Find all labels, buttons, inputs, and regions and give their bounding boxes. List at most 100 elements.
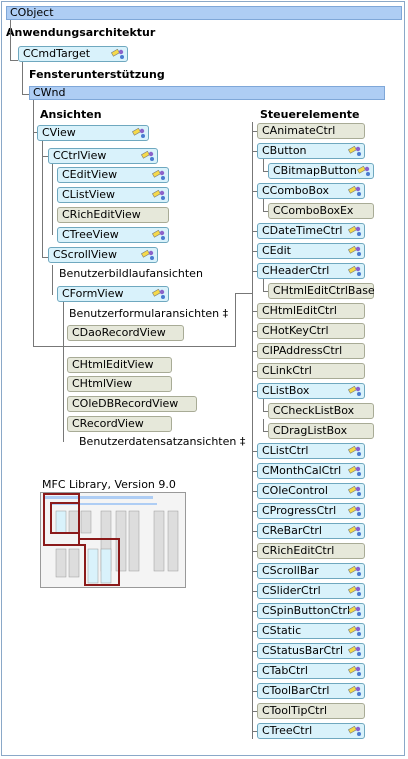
control-node-cbitmapbutton[interactable]: CBitmapButton [268, 163, 374, 179]
class-badge-icon [347, 485, 362, 497]
class-badge-icon [347, 645, 362, 657]
connector [252, 251, 257, 252]
control-node-label: CReBarCtrl [262, 524, 322, 537]
control-node-crebarctrl[interactable]: CReBarCtrl [257, 523, 365, 539]
control-node-colecontrol[interactable]: COleControl [257, 483, 365, 499]
control-node-label: CRichEditCtrl [262, 544, 335, 557]
control-node-ctreectrl[interactable]: CTreeCtrl [257, 723, 365, 739]
control-node-label: COleControl [262, 484, 328, 497]
class-badge-icon [347, 465, 362, 477]
control-node-ctooltipctrl[interactable]: CToolTipCtrl [257, 703, 365, 719]
class-badge-icon [347, 245, 362, 257]
control-node-label: CHtmlEditCtrl [262, 304, 337, 317]
control-node-cedit[interactable]: CEdit [257, 243, 365, 259]
app-arch-heading: Anwendungsarchitektur [6, 26, 156, 39]
connector [263, 199, 264, 212]
connector [63, 302, 64, 442]
ceditview-label: CEditView [62, 168, 118, 181]
class-badge-icon [347, 185, 362, 197]
control-node-label: CListBox [262, 384, 310, 397]
control-node-ccomboboxex[interactable]: CComboBoxEx [268, 203, 374, 219]
controls-heading: Steuerelemente [260, 108, 360, 121]
class-badge-icon [347, 625, 362, 637]
control-node-clistctrl[interactable]: CListCtrl [257, 443, 365, 459]
class-badge-icon [347, 385, 362, 397]
cobject-bar[interactable]: CObject [6, 6, 402, 20]
mini-map[interactable] [40, 492, 186, 588]
ceditview-node[interactable]: CEditView [57, 167, 169, 183]
cdaorecord-node[interactable]: CDaoRecordView [67, 325, 184, 341]
chtmleditview-node[interactable]: CHtmlEditView [67, 357, 172, 373]
control-node-clistbox[interactable]: CListBox [257, 383, 365, 399]
coledb-label: COleDBRecordView [72, 397, 179, 410]
coledb-node[interactable]: COleDBRecordView [67, 396, 197, 412]
clistview-node[interactable]: CListView [57, 187, 169, 203]
control-node-ccombobox[interactable]: CComboBox [257, 183, 365, 199]
connector [252, 122, 253, 739]
connector [22, 62, 23, 95]
cctrlview-node[interactable]: CCtrlView [48, 148, 158, 164]
control-node-cdatetimectrl[interactable]: CDateTimeCtrl [257, 223, 365, 239]
connector [10, 20, 11, 61]
mini-map-graphic [43, 493, 179, 586]
connector [252, 711, 257, 712]
control-node-cchecklistbox[interactable]: CCheckListBox [268, 403, 374, 419]
connector [33, 100, 34, 347]
control-node-chtmleditctrlbase[interactable]: CHtmlEditCtrlBase [268, 283, 375, 299]
clistview-label: CListView [62, 188, 116, 201]
class-badge-icon [140, 249, 155, 261]
class-badge-icon [347, 145, 362, 157]
connector [263, 279, 264, 292]
connector [252, 691, 257, 692]
control-node-label: CEdit [262, 244, 291, 257]
control-node-chotkeyctrl[interactable]: CHotKeyCtrl [257, 323, 365, 339]
control-node-label: CDateTimeCtrl [262, 224, 343, 237]
control-node-cstatic[interactable]: CStatic [257, 623, 365, 639]
chtmlview-node[interactable]: CHtmlView [67, 376, 172, 392]
class-badge-icon [347, 585, 362, 597]
control-node-cprogressctrl[interactable]: CProgressCtrl [257, 503, 365, 519]
control-node-label: CStatusBarCtrl [262, 644, 344, 657]
cwnd-label: CWnd [33, 86, 66, 99]
connector [252, 471, 257, 472]
control-node-cscrollbar[interactable]: CScrollBar [257, 563, 365, 579]
class-badge-icon [151, 189, 166, 201]
connector [252, 231, 257, 232]
views-heading: Ansichten [40, 108, 102, 121]
connector [252, 271, 257, 272]
control-node-clinkctrl[interactable]: CLinkCtrl [257, 363, 365, 379]
class-badge-icon [356, 165, 371, 177]
control-node-label: CListCtrl [262, 444, 309, 457]
control-node-cdraglistbox[interactable]: CDragListBox [268, 423, 374, 439]
control-node-label: CComboBoxEx [273, 204, 354, 217]
cformview-node[interactable]: CFormView [57, 286, 169, 302]
chtmleditview-label: CHtmlEditView [72, 358, 154, 371]
cview-node[interactable]: CView [37, 125, 149, 141]
control-node-label: CProgressCtrl [262, 504, 337, 517]
connector [252, 551, 257, 552]
control-node-ctabctrl[interactable]: CTabCtrl [257, 663, 365, 679]
control-node-cheaderctrl[interactable]: CHeaderCtrl [257, 263, 365, 279]
control-node-cstatusbarctrl[interactable]: CStatusBarCtrl [257, 643, 365, 659]
connector [252, 191, 257, 192]
ccmdtarget-node[interactable]: CCmdTarget [18, 46, 128, 62]
cscrollview-node[interactable]: CScrollView [48, 247, 158, 263]
crichedit-node[interactable]: CRichEditView [57, 207, 169, 223]
control-node-cricheditctrl[interactable]: CRichEditCtrl [257, 543, 365, 559]
control-node-canimatectrl[interactable]: CAnimateCtrl [257, 123, 365, 139]
class-badge-icon [347, 445, 362, 457]
crecordview-node[interactable]: CRecordView [67, 416, 172, 432]
connector [252, 611, 257, 612]
control-node-csliderctrl[interactable]: CSliderCtrl [257, 583, 365, 599]
cwnd-bar[interactable]: CWnd [29, 86, 385, 100]
control-node-cmonthcalctrl[interactable]: CMonthCalCtrl [257, 463, 365, 479]
ctreeview-node[interactable]: CTreeView [57, 227, 169, 243]
control-node-chtmleditctrl[interactable]: CHtmlEditCtrl [257, 303, 365, 319]
control-node-cspinbuttonctrl[interactable]: CSpinButtonCtrl [257, 603, 365, 619]
connector [42, 140, 43, 258]
control-node-ctoolbarctrl[interactable]: CToolBarCtrl [257, 683, 365, 699]
control-node-cbutton[interactable]: CButton [257, 143, 365, 159]
class-badge-icon [347, 565, 362, 577]
control-node-cipaddressctrl[interactable]: CIPAddressCtrl [257, 343, 365, 359]
diagram-frame: CObject Anwendungsarchitektur CCmdTarget… [1, 1, 405, 756]
